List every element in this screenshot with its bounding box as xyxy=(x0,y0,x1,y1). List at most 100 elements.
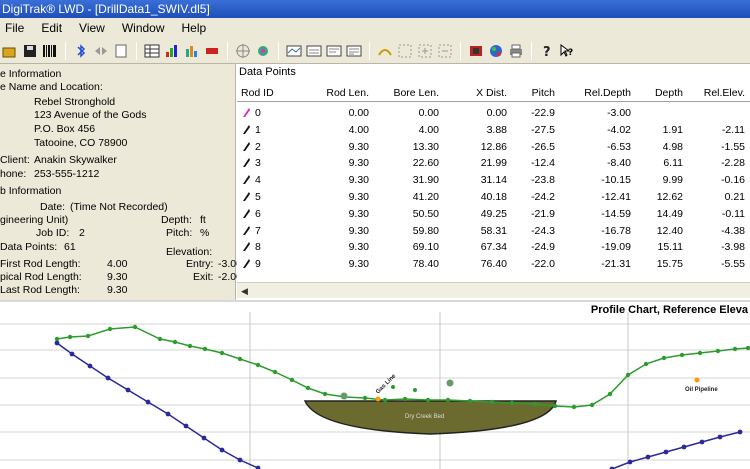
cell-rod-id[interactable]: 1 xyxy=(255,123,261,137)
cell-rel-elev[interactable]: -2.28 xyxy=(681,156,745,170)
cell-bore-len[interactable]: 13.30 xyxy=(375,140,439,154)
col-bore-len[interactable]: Bore Len. xyxy=(375,86,439,100)
cell-rel-elev[interactable]: -4.38 xyxy=(681,224,745,238)
cell-rod-id[interactable]: 9 xyxy=(255,257,261,271)
cell-pitch[interactable]: -22.0 xyxy=(491,257,555,271)
open-icon[interactable] xyxy=(2,43,18,59)
cell-rel-elev[interactable]: -1.55 xyxy=(681,140,745,154)
cell-bore-len[interactable]: 4.00 xyxy=(375,123,439,137)
bluetooth-icon[interactable] xyxy=(73,43,89,59)
cell-rel-depth[interactable]: -3.00 xyxy=(567,106,631,120)
chart-icon[interactable] xyxy=(164,43,180,59)
cell-bore-len[interactable]: 78.40 xyxy=(375,257,439,271)
surface-point xyxy=(237,356,243,362)
cell-rod-id[interactable]: 6 xyxy=(255,207,261,221)
cell-pitch[interactable]: -12.4 xyxy=(491,156,555,170)
cell-rod-len[interactable]: 9.30 xyxy=(305,224,369,238)
col-pitch[interactable]: Pitch xyxy=(491,86,555,100)
cell-rel-elev[interactable]: -5.55 xyxy=(681,257,745,271)
cell-bore-len[interactable]: 0.00 xyxy=(375,106,439,120)
whats-this-icon[interactable]: ? xyxy=(559,43,575,59)
job-info-panel: e Information e Name and Location: Rebel… xyxy=(0,64,242,300)
transfer-icon[interactable] xyxy=(93,43,109,59)
menu-file[interactable]: File xyxy=(0,18,34,38)
cell-pitch[interactable]: -24.2 xyxy=(491,190,555,204)
cell-pitch[interactable]: -23.8 xyxy=(491,173,555,187)
cell-rel-elev[interactable]: -2.11 xyxy=(681,123,745,137)
cell-rod-id[interactable]: 2 xyxy=(255,140,261,154)
cell-depth[interactable]: 15.11 xyxy=(619,240,684,254)
print-icon[interactable] xyxy=(508,43,524,59)
remove-icon[interactable] xyxy=(204,43,220,59)
cell-rod-id[interactable]: 5 xyxy=(255,190,261,204)
cell-bore-len[interactable]: 22.60 xyxy=(375,156,439,170)
scroll-left-icon[interactable]: ◀ xyxy=(241,286,248,297)
zoom-in-icon[interactable] xyxy=(417,43,433,59)
view4-icon[interactable] xyxy=(346,43,362,59)
cell-rod-len[interactable]: 4.00 xyxy=(305,123,369,137)
cell-bore-len[interactable]: 31.90 xyxy=(375,173,439,187)
target-icon[interactable] xyxy=(235,43,251,59)
cell-depth[interactable]: 6.11 xyxy=(619,156,683,170)
cell-rod-len[interactable]: 9.30 xyxy=(305,173,369,187)
cell-rel-elev[interactable]: -0.16 xyxy=(681,173,745,187)
cell-rod-len[interactable]: 0.00 xyxy=(305,106,369,120)
globe-icon[interactable] xyxy=(488,43,504,59)
cell-bore-len[interactable]: 59.80 xyxy=(375,224,439,238)
save-icon[interactable] xyxy=(22,43,38,59)
cell-rod-id[interactable]: 8 xyxy=(255,240,261,254)
horizontal-scrollbar[interactable]: ◀ xyxy=(237,282,750,298)
help-icon[interactable]: ? xyxy=(539,43,555,60)
cell-rod-len[interactable]: 9.30 xyxy=(305,190,369,204)
cell-rod-len[interactable]: 9.30 xyxy=(305,156,369,170)
cell-rod-id[interactable]: 4 xyxy=(255,173,261,187)
col-depth[interactable]: Depth xyxy=(619,86,683,100)
cell-depth[interactable]: 1.91 xyxy=(619,123,683,137)
bar-chart-icon[interactable] xyxy=(184,43,200,59)
cell-rod-len[interactable]: 9.30 xyxy=(305,207,369,221)
cell-depth[interactable]: 12.40 xyxy=(619,224,683,238)
cell-pitch[interactable]: -26.5 xyxy=(491,140,555,154)
cell-depth[interactable]: 15.75 xyxy=(619,257,683,271)
cell-rod-len[interactable]: 9.30 xyxy=(305,240,369,254)
cell-rel-elev[interactable]: -0.11 xyxy=(681,207,745,221)
cell-rod-id[interactable]: 7 xyxy=(255,224,261,238)
cell-rod-id[interactable]: 3 xyxy=(255,156,261,170)
view1-icon[interactable] xyxy=(286,43,302,59)
cell-bore-len[interactable]: 41.20 xyxy=(375,190,439,204)
col-rel-elev[interactable]: Rel.Elev. xyxy=(681,86,745,100)
zoom-out-icon[interactable] xyxy=(437,43,453,59)
view3-icon[interactable] xyxy=(326,43,342,59)
menu-edit[interactable]: Edit xyxy=(34,18,72,38)
barcode-icon[interactable] xyxy=(42,43,58,59)
cell-bore-len[interactable]: 69.10 xyxy=(375,240,439,254)
cell-depth[interactable]: 9.99 xyxy=(619,173,683,187)
table-icon[interactable] xyxy=(144,43,160,59)
cell-depth[interactable]: 12.62 xyxy=(619,190,683,204)
cell-rel-elev[interactable]: 0.21 xyxy=(681,190,745,204)
menu-window[interactable]: Window xyxy=(115,18,175,38)
cell-pitch[interactable]: -24.3 xyxy=(491,224,555,238)
cell-rod-len[interactable]: 9.30 xyxy=(305,257,369,271)
tools-icon[interactable] xyxy=(468,43,484,59)
cell-pitch[interactable]: -21.9 xyxy=(491,207,555,221)
cell-rod-id[interactable]: 0 xyxy=(255,106,261,120)
page-icon[interactable] xyxy=(113,43,129,59)
arc-icon[interactable] xyxy=(377,43,393,59)
cell-pitch[interactable]: -27.5 xyxy=(491,123,555,137)
cell-depth[interactable]: 14.49 xyxy=(619,207,683,221)
menu-help[interactable]: Help xyxy=(175,18,217,38)
engineering-unit-label: gineering Unit) xyxy=(0,214,69,226)
cell-pitch[interactable]: -22.9 xyxy=(491,106,555,120)
col-rod-id[interactable]: Rod ID xyxy=(241,86,274,100)
cell-depth[interactable]: 4.98 xyxy=(619,140,683,154)
cell-pitch[interactable]: -24.9 xyxy=(491,240,555,254)
col-rod-len[interactable]: Rod Len. xyxy=(305,86,369,100)
view2-icon[interactable] xyxy=(306,43,322,59)
zoom-fit-icon[interactable] xyxy=(397,43,413,59)
settings-icon[interactable] xyxy=(255,43,271,59)
cell-bore-len[interactable]: 50.50 xyxy=(375,207,439,221)
cell-rel-elev[interactable]: -3.98 xyxy=(681,240,745,254)
menu-view[interactable]: View xyxy=(72,18,115,38)
cell-rod-len[interactable]: 9.30 xyxy=(305,140,369,154)
